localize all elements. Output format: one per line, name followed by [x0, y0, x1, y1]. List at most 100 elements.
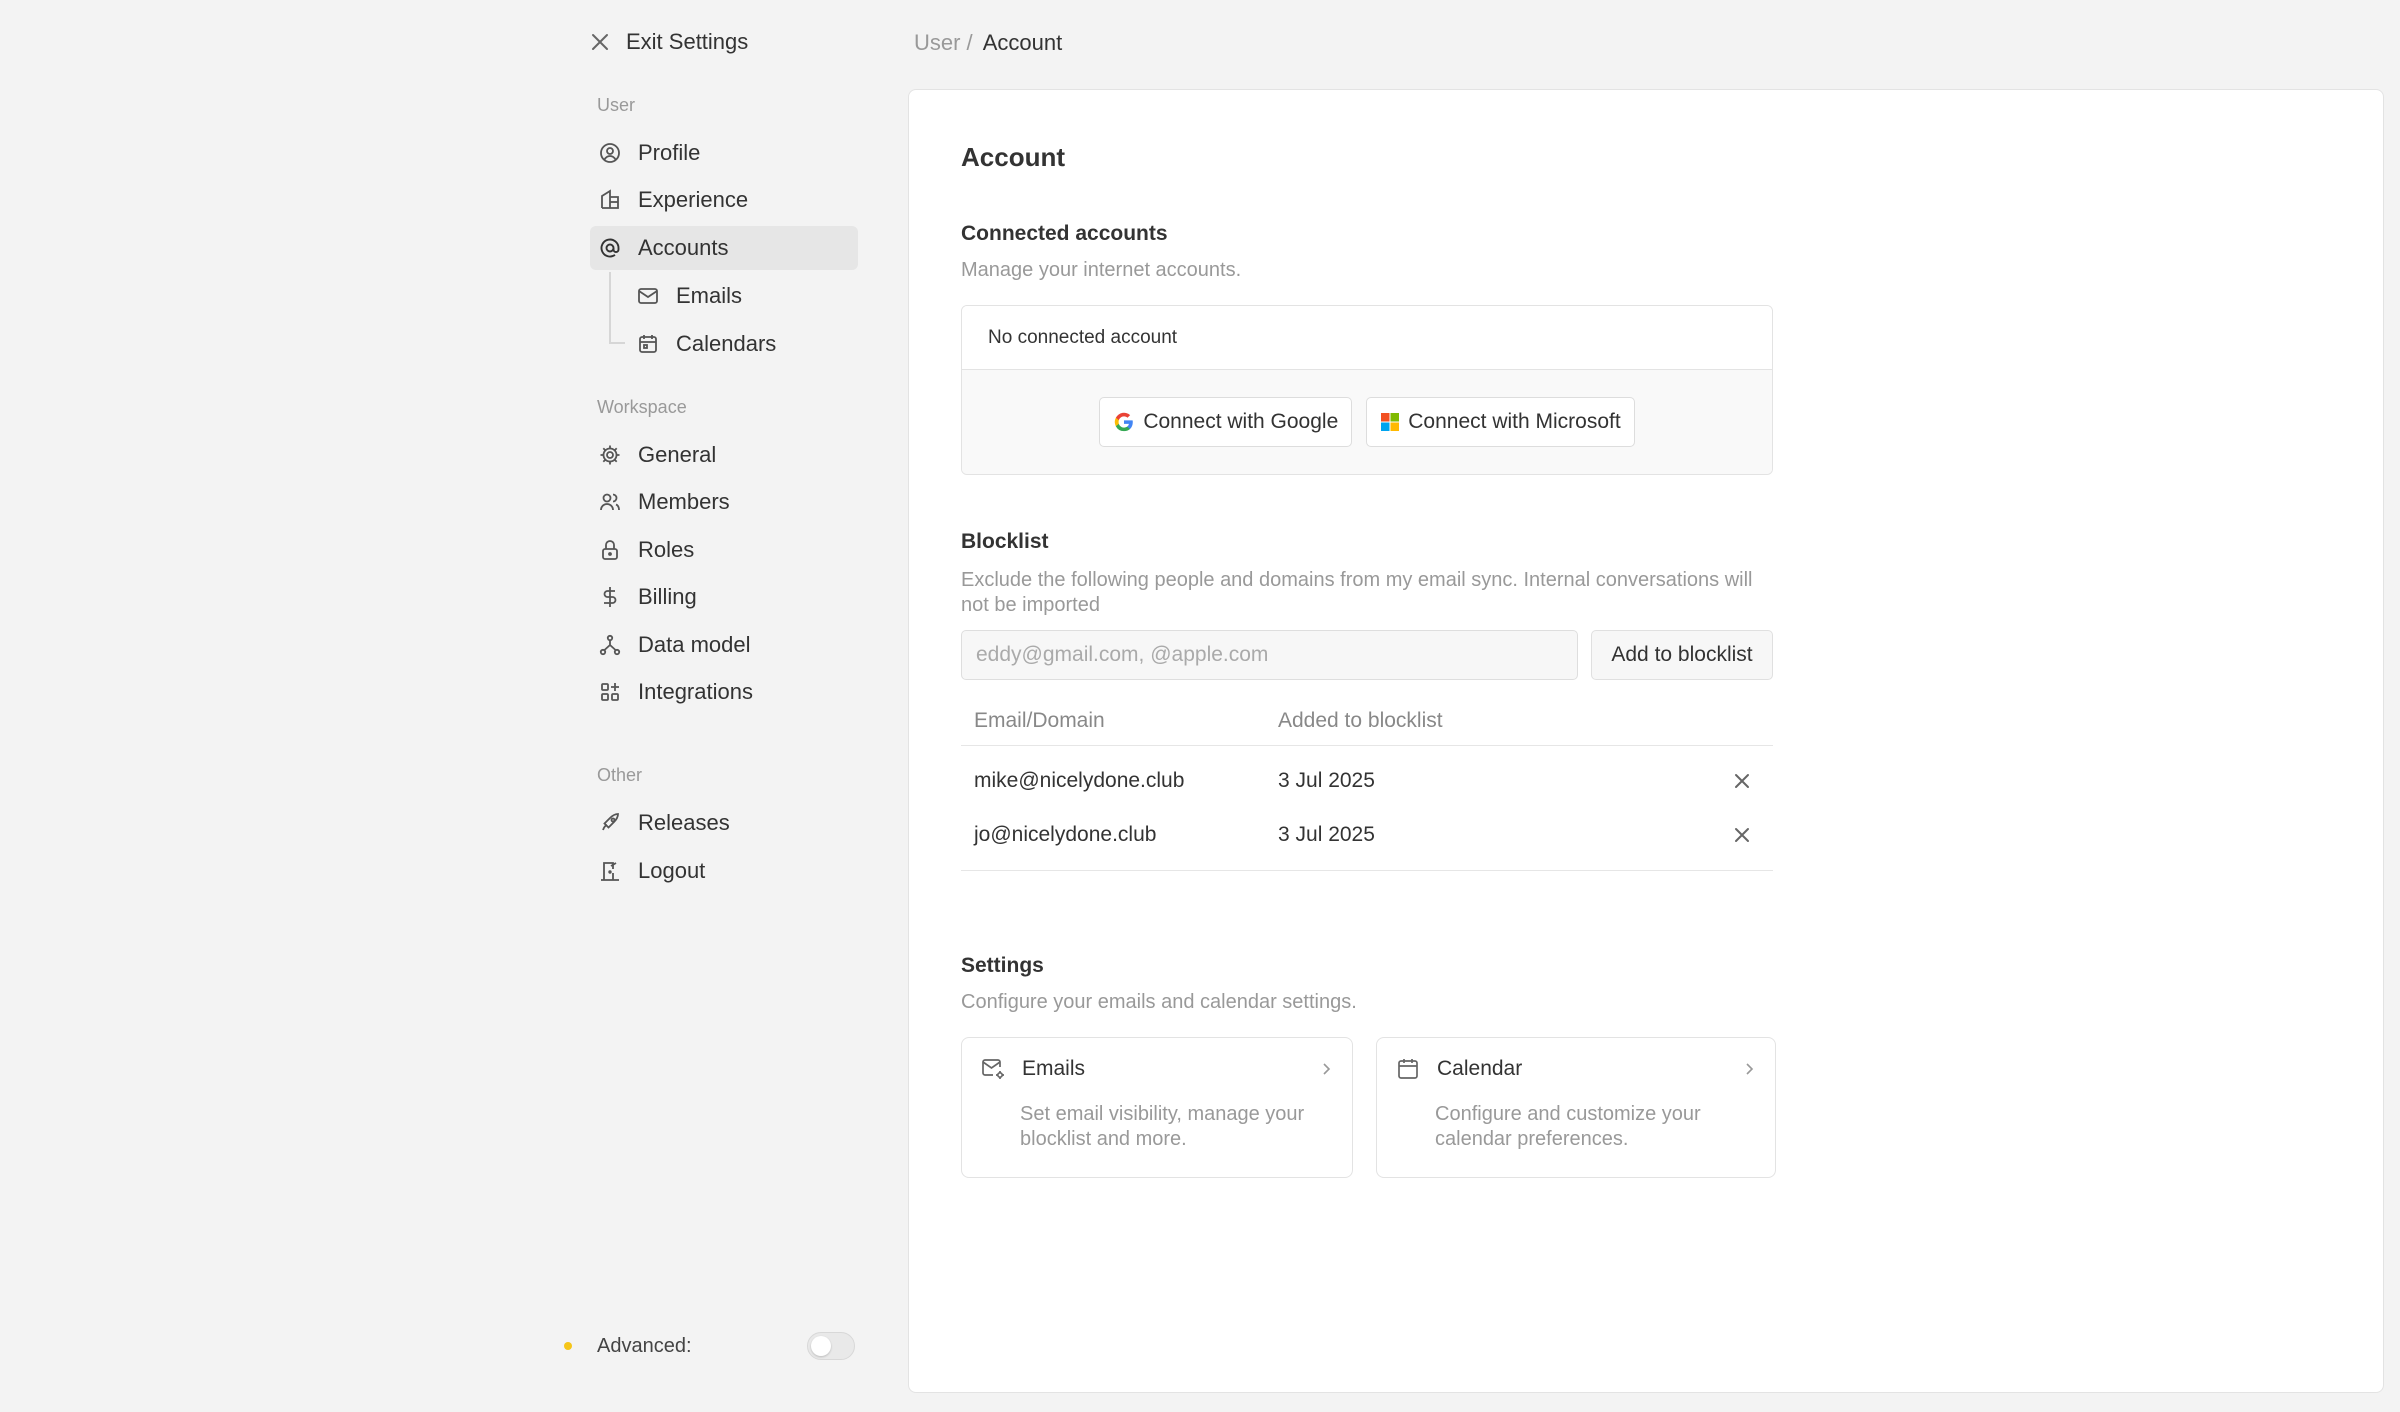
google-logo-icon [1113, 411, 1135, 433]
blocklist-table-header: Email/Domain Added to blocklist [961, 696, 1773, 746]
sidebar-item-integrations[interactable]: Integrations [590, 670, 858, 714]
blocklist-date: 3 Jul 2025 [1278, 823, 1375, 846]
connect-microsoft-label: Connect with Microsoft [1408, 410, 1621, 433]
connected-accounts-description: Manage your internet accounts. [961, 259, 1242, 281]
tree-connector-branch [609, 342, 625, 344]
breadcrumb-current: Account [982, 30, 1063, 55]
blocklist-date: 3 Jul 2025 [1278, 769, 1375, 792]
emails-settings-card[interactable]: Emails Set email visibility, manage your… [961, 1037, 1353, 1178]
exit-settings-button[interactable]: Exit Settings [590, 22, 850, 62]
column-header-added: Added to blocklist [1278, 708, 1443, 732]
card-header: Emails [980, 1056, 1334, 1082]
calendar-settings-card[interactable]: Calendar Configure and customize your ca… [1376, 1037, 1776, 1178]
card-header: Calendar [1395, 1056, 1757, 1082]
exit-settings-label: Exit Settings [626, 29, 749, 54]
gear-icon [598, 443, 622, 467]
blocklist-email: mike@nicelydone.club [974, 769, 1185, 792]
users-icon [598, 490, 622, 514]
advanced-toggle[interactable] [807, 1332, 855, 1360]
mail-settings-icon [980, 1056, 1006, 1082]
card-description: Set email visibility, manage your blockl… [1020, 1103, 1305, 1150]
sidebar-item-billing[interactable]: Billing [590, 575, 858, 619]
connect-google-label: Connect with Google [1143, 410, 1339, 433]
sidebar-item-label: Accounts [638, 235, 729, 260]
sidebar-item-logout[interactable]: Logout [590, 849, 858, 893]
blocklist-email: jo@nicelydone.club [974, 823, 1157, 846]
sidebar-item-label: Logout [638, 858, 706, 883]
sidebar-item-roles[interactable]: Roles [590, 528, 858, 572]
hierarchy-icon [598, 633, 622, 657]
section-label-other: Other [597, 765, 643, 785]
table-row: jo@nicelydone.club 3 Jul 2025 [961, 808, 1773, 862]
connect-google-button[interactable]: Connect with Google [1099, 397, 1353, 447]
remove-icon[interactable] [1731, 824, 1753, 846]
sidebar-item-label: Profile [638, 140, 701, 165]
sidebar-item-label: Roles [638, 537, 695, 562]
connect-microsoft-button[interactable]: Connect with Microsoft [1366, 397, 1635, 447]
page-title: Account [961, 142, 1065, 172]
connected-accounts-section: Connected accounts Manage your internet … [961, 222, 1773, 475]
sidebar-item-profile[interactable]: Profile [590, 131, 858, 175]
section-label-workspace: Workspace [597, 397, 687, 417]
blocklist-table: Email/Domain Added to blocklist mike@nic… [961, 696, 1773, 871]
breadcrumb-parent-link[interactable]: User / [914, 30, 973, 56]
sidebar-item-label: Calendars [676, 331, 777, 356]
advanced-indicator-dot [564, 1342, 572, 1350]
sidebar-item-calendars[interactable]: Calendars [628, 322, 858, 366]
add-to-blocklist-button[interactable]: Add to blocklist [1591, 630, 1773, 680]
sidebar-item-emails[interactable]: Emails [628, 274, 858, 318]
sidebar-item-releases[interactable]: Releases [590, 801, 858, 845]
chevron-right-icon [1741, 1061, 1757, 1077]
calendar-icon [1395, 1056, 1421, 1082]
mail-icon [636, 284, 660, 308]
table-row: mike@nicelydone.club 3 Jul 2025 [961, 754, 1773, 808]
card-title: Calendar [1437, 1057, 1523, 1080]
remove-icon[interactable] [1731, 770, 1753, 792]
connect-buttons-area: Connect with Google Connect with Microso… [962, 370, 1772, 474]
advanced-mode-row: Advanced: [560, 1330, 855, 1362]
apps-icon [598, 680, 622, 704]
sidebar-item-label: Billing [638, 584, 697, 609]
lock-icon [598, 538, 622, 562]
sidebar-item-label: Data model [638, 632, 751, 657]
sidebar-item-label: Integrations [638, 679, 753, 704]
sidebar-item-members[interactable]: Members [590, 480, 858, 524]
blocklist-title: Blocklist [961, 530, 1049, 553]
sidebar-item-experience[interactable]: Experience [590, 178, 858, 222]
settings-section: Settings Configure your emails and calen… [961, 954, 1776, 1178]
tree-connector [609, 272, 611, 344]
user-circle-icon [598, 141, 622, 165]
blocklist-description: Exclude the following people and domains… [961, 569, 1753, 616]
sidebar-item-label: General [638, 442, 717, 467]
advanced-label: Advanced: [597, 1334, 692, 1357]
sidebar-item-accounts[interactable]: Accounts [590, 226, 858, 270]
chevron-right-icon [1318, 1061, 1334, 1077]
column-header-email-domain: Email/Domain [974, 708, 1105, 732]
settings-description: Configure your emails and calendar setti… [961, 991, 1357, 1013]
connected-accounts-box: No connected account Connect with Google [961, 305, 1773, 475]
blocklist-section: Blocklist Exclude the following people a… [961, 530, 1773, 871]
sidebar-item-label: Members [638, 489, 730, 514]
microsoft-logo-icon [1380, 412, 1400, 432]
settings-sidebar: Exit Settings User Profile Experience Ac… [0, 0, 900, 1412]
blocklist-rows: mike@nicelydone.club 3 Jul 2025 jo@nicel… [961, 746, 1773, 871]
connected-accounts-title: Connected accounts [961, 222, 1168, 245]
sidebar-item-data-model[interactable]: Data model [590, 623, 858, 667]
blocklist-input[interactable] [961, 630, 1578, 680]
card-description: Configure and customize your calendar pr… [1435, 1103, 1701, 1150]
card-title: Emails [1022, 1057, 1086, 1080]
sidebar-item-label: Emails [676, 283, 743, 308]
dollar-icon [598, 585, 622, 609]
no-connected-account-label: No connected account [962, 306, 1772, 370]
section-label-user: User [597, 95, 636, 115]
sidebar-item-label: Releases [638, 810, 730, 835]
close-icon [590, 32, 610, 52]
sidebar-item-general[interactable]: General [590, 433, 858, 477]
settings-title: Settings [961, 954, 1044, 977]
at-sign-icon [598, 236, 622, 260]
calendar-icon [636, 332, 660, 356]
breadcrumb: User / Account [914, 30, 1062, 56]
door-exit-icon [598, 859, 622, 883]
layout-icon [598, 188, 622, 212]
panel-content: Account Connected accounts Manage your i… [961, 142, 1776, 1178]
